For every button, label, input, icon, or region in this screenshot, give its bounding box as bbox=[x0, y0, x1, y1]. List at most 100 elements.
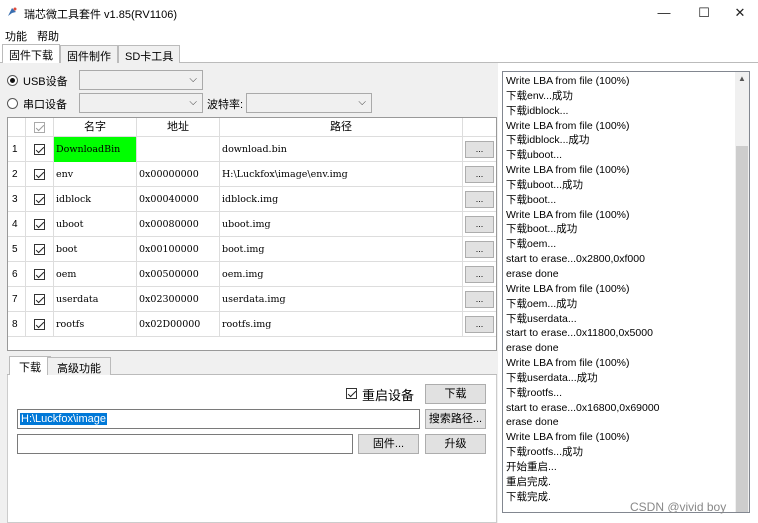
partition-path[interactable]: boot.img bbox=[220, 237, 463, 262]
partition-address[interactable]: 0x00100000 bbox=[137, 237, 220, 262]
log-line: erase done bbox=[506, 416, 559, 429]
partition-name[interactable]: env bbox=[54, 162, 137, 187]
row-checkbox[interactable] bbox=[34, 219, 45, 230]
row-select-cell[interactable] bbox=[26, 287, 54, 312]
browse-file-button[interactable]: ... bbox=[465, 291, 494, 308]
serial-device-radio[interactable] bbox=[7, 98, 18, 109]
partition-path[interactable]: H:\Luckfox\image\env.img bbox=[220, 162, 463, 187]
row-select-cell[interactable] bbox=[26, 137, 54, 162]
scroll-thumb[interactable] bbox=[736, 146, 748, 512]
usb-device-select[interactable]: ⌵ bbox=[79, 70, 203, 90]
table-row[interactable]: 8 rootfs 0x02D00000 rootfs.img... bbox=[8, 312, 496, 337]
usb-device-radio[interactable] bbox=[7, 75, 18, 86]
partition-path[interactable]: rootfs.img bbox=[220, 312, 463, 337]
serial-device-select[interactable]: ⌵ bbox=[79, 93, 203, 113]
partition-address[interactable] bbox=[137, 137, 220, 162]
partition-address[interactable]: 0x00080000 bbox=[137, 212, 220, 237]
log-line: 下载oem... bbox=[506, 238, 557, 251]
row-select-cell[interactable] bbox=[26, 187, 54, 212]
partition-path[interactable]: idblock.img bbox=[220, 187, 463, 212]
table-row[interactable]: 2 env 0x00000000 H:\Luckfox\image\env.img..… bbox=[8, 162, 496, 187]
partition-path[interactable]: oem.img bbox=[220, 262, 463, 287]
partition-address[interactable]: 0x00040000 bbox=[137, 187, 220, 212]
window-title: 瑞芯微工具套件 v1.85(RV1106) bbox=[24, 9, 178, 21]
tab-firmware-build[interactable]: 固件制作 bbox=[60, 45, 118, 63]
upgrade-button[interactable]: 升级 bbox=[425, 434, 486, 454]
partition-address[interactable]: 0x00500000 bbox=[137, 262, 220, 287]
partition-name[interactable]: userdata bbox=[54, 287, 137, 312]
firmware-button[interactable]: 固件... bbox=[358, 434, 419, 454]
partition-path[interactable]: userdata.img bbox=[220, 287, 463, 312]
close-button[interactable]: ✕ bbox=[720, 0, 758, 26]
row-checkbox[interactable] bbox=[34, 244, 45, 255]
select-all-checkbox[interactable] bbox=[34, 122, 45, 133]
browse-file-button[interactable]: ... bbox=[465, 166, 494, 183]
row-select-cell[interactable] bbox=[26, 212, 54, 237]
partition-address[interactable]: 0x02300000 bbox=[137, 287, 220, 312]
partition-address[interactable]: 0x02D00000 bbox=[137, 312, 220, 337]
row-number: 2 bbox=[8, 162, 26, 187]
table-row[interactable]: 4 uboot 0x00080000 uboot.img... bbox=[8, 212, 496, 237]
table-row[interactable]: 7 userdata 0x02300000 userdata.img... bbox=[8, 287, 496, 312]
browse-file-button[interactable]: ... bbox=[465, 316, 494, 333]
row-checkbox[interactable] bbox=[34, 144, 45, 155]
menu-bar: 功能 帮助 bbox=[0, 26, 758, 44]
header-select-all[interactable] bbox=[26, 118, 54, 137]
row-checkbox[interactable] bbox=[34, 269, 45, 280]
log-scrollbar[interactable]: ▲ bbox=[735, 72, 749, 512]
log-line: Write LBA from file (100%) bbox=[506, 164, 630, 177]
partition-path[interactable]: uboot.img bbox=[220, 212, 463, 237]
table-row[interactable]: 3 idblock 0x00040000 idblock.img... bbox=[8, 187, 496, 212]
tab-firmware-download[interactable]: 固件下载 bbox=[2, 44, 60, 64]
firmware-path-input[interactable]: H:\Luckfox\image bbox=[17, 409, 420, 429]
baud-rate-select[interactable]: ⌵ bbox=[246, 93, 372, 113]
baud-rate-label: 波特率: bbox=[207, 99, 244, 111]
browse-cell: ... bbox=[463, 162, 496, 187]
partition-name[interactable]: DownloadBin bbox=[54, 137, 137, 162]
row-select-cell[interactable] bbox=[26, 262, 54, 287]
row-select-cell[interactable] bbox=[26, 162, 54, 187]
partition-name[interactable]: oem bbox=[54, 262, 137, 287]
table-row[interactable]: 6 oem 0x00500000 oem.img... bbox=[8, 262, 496, 287]
log-line: 下载rootfs...成功 bbox=[506, 446, 584, 459]
log-output[interactable]: Write LBA from file (100%) 下载env...成功 下载id… bbox=[502, 71, 750, 513]
tab-download[interactable]: 下载 bbox=[9, 356, 51, 376]
row-select-cell[interactable] bbox=[26, 237, 54, 262]
minimize-button[interactable]: — bbox=[644, 0, 684, 26]
tab-sd-card-tool[interactable]: SD卡工具 bbox=[118, 45, 181, 63]
partition-name[interactable]: uboot bbox=[54, 212, 137, 237]
partition-name[interactable]: idblock bbox=[54, 187, 137, 212]
row-checkbox[interactable] bbox=[34, 319, 45, 330]
scroll-up-icon[interactable]: ▲ bbox=[735, 72, 749, 86]
main-tab-strip: 固件下载 固件制作 SD卡工具 bbox=[0, 44, 758, 64]
log-line: start to erase...0x11800,0x5000 bbox=[506, 327, 653, 340]
reboot-device-checkbox[interactable] bbox=[346, 388, 357, 399]
menu-help[interactable]: 帮助 bbox=[37, 28, 59, 44]
browse-file-button[interactable]: ... bbox=[465, 241, 494, 258]
header-address: 地址 bbox=[137, 118, 220, 137]
partition-name[interactable]: rootfs bbox=[54, 312, 137, 337]
row-select-cell[interactable] bbox=[26, 312, 54, 337]
partition-address[interactable]: 0x00000000 bbox=[137, 162, 220, 187]
partition-path[interactable]: download.bin bbox=[220, 137, 463, 162]
browse-file-button[interactable]: ... bbox=[465, 216, 494, 233]
browse-file-button[interactable]: ... bbox=[465, 191, 494, 208]
download-button[interactable]: 下载 bbox=[425, 384, 486, 404]
browse-cell: ... bbox=[463, 312, 496, 337]
maximize-button[interactable]: ☐ bbox=[684, 0, 724, 26]
row-checkbox[interactable] bbox=[34, 169, 45, 180]
row-checkbox[interactable] bbox=[34, 294, 45, 305]
partition-name[interactable]: boot bbox=[54, 237, 137, 262]
download-panel: USB设备 ⌵ 串口设备 ⌵ 波特率: ⌵ 名字 地址 路径 1 Download… bbox=[0, 63, 498, 523]
browse-file-button[interactable]: ... bbox=[465, 141, 494, 158]
chevron-down-icon: ⌵ bbox=[189, 74, 197, 85]
row-checkbox[interactable] bbox=[34, 194, 45, 205]
search-path-button[interactable]: 搜索路径... bbox=[425, 409, 486, 429]
menu-function[interactable]: 功能 bbox=[5, 28, 27, 44]
table-row[interactable]: 5 boot 0x00100000 boot.img... bbox=[8, 237, 496, 262]
browse-file-button[interactable]: ... bbox=[465, 266, 494, 283]
firmware-file-input[interactable] bbox=[17, 434, 353, 454]
tab-advanced[interactable]: 高级功能 bbox=[47, 357, 111, 375]
log-line: 下载boot...成功 bbox=[506, 223, 578, 236]
table-row[interactable]: 1 DownloadBin download.bin... bbox=[8, 137, 496, 162]
